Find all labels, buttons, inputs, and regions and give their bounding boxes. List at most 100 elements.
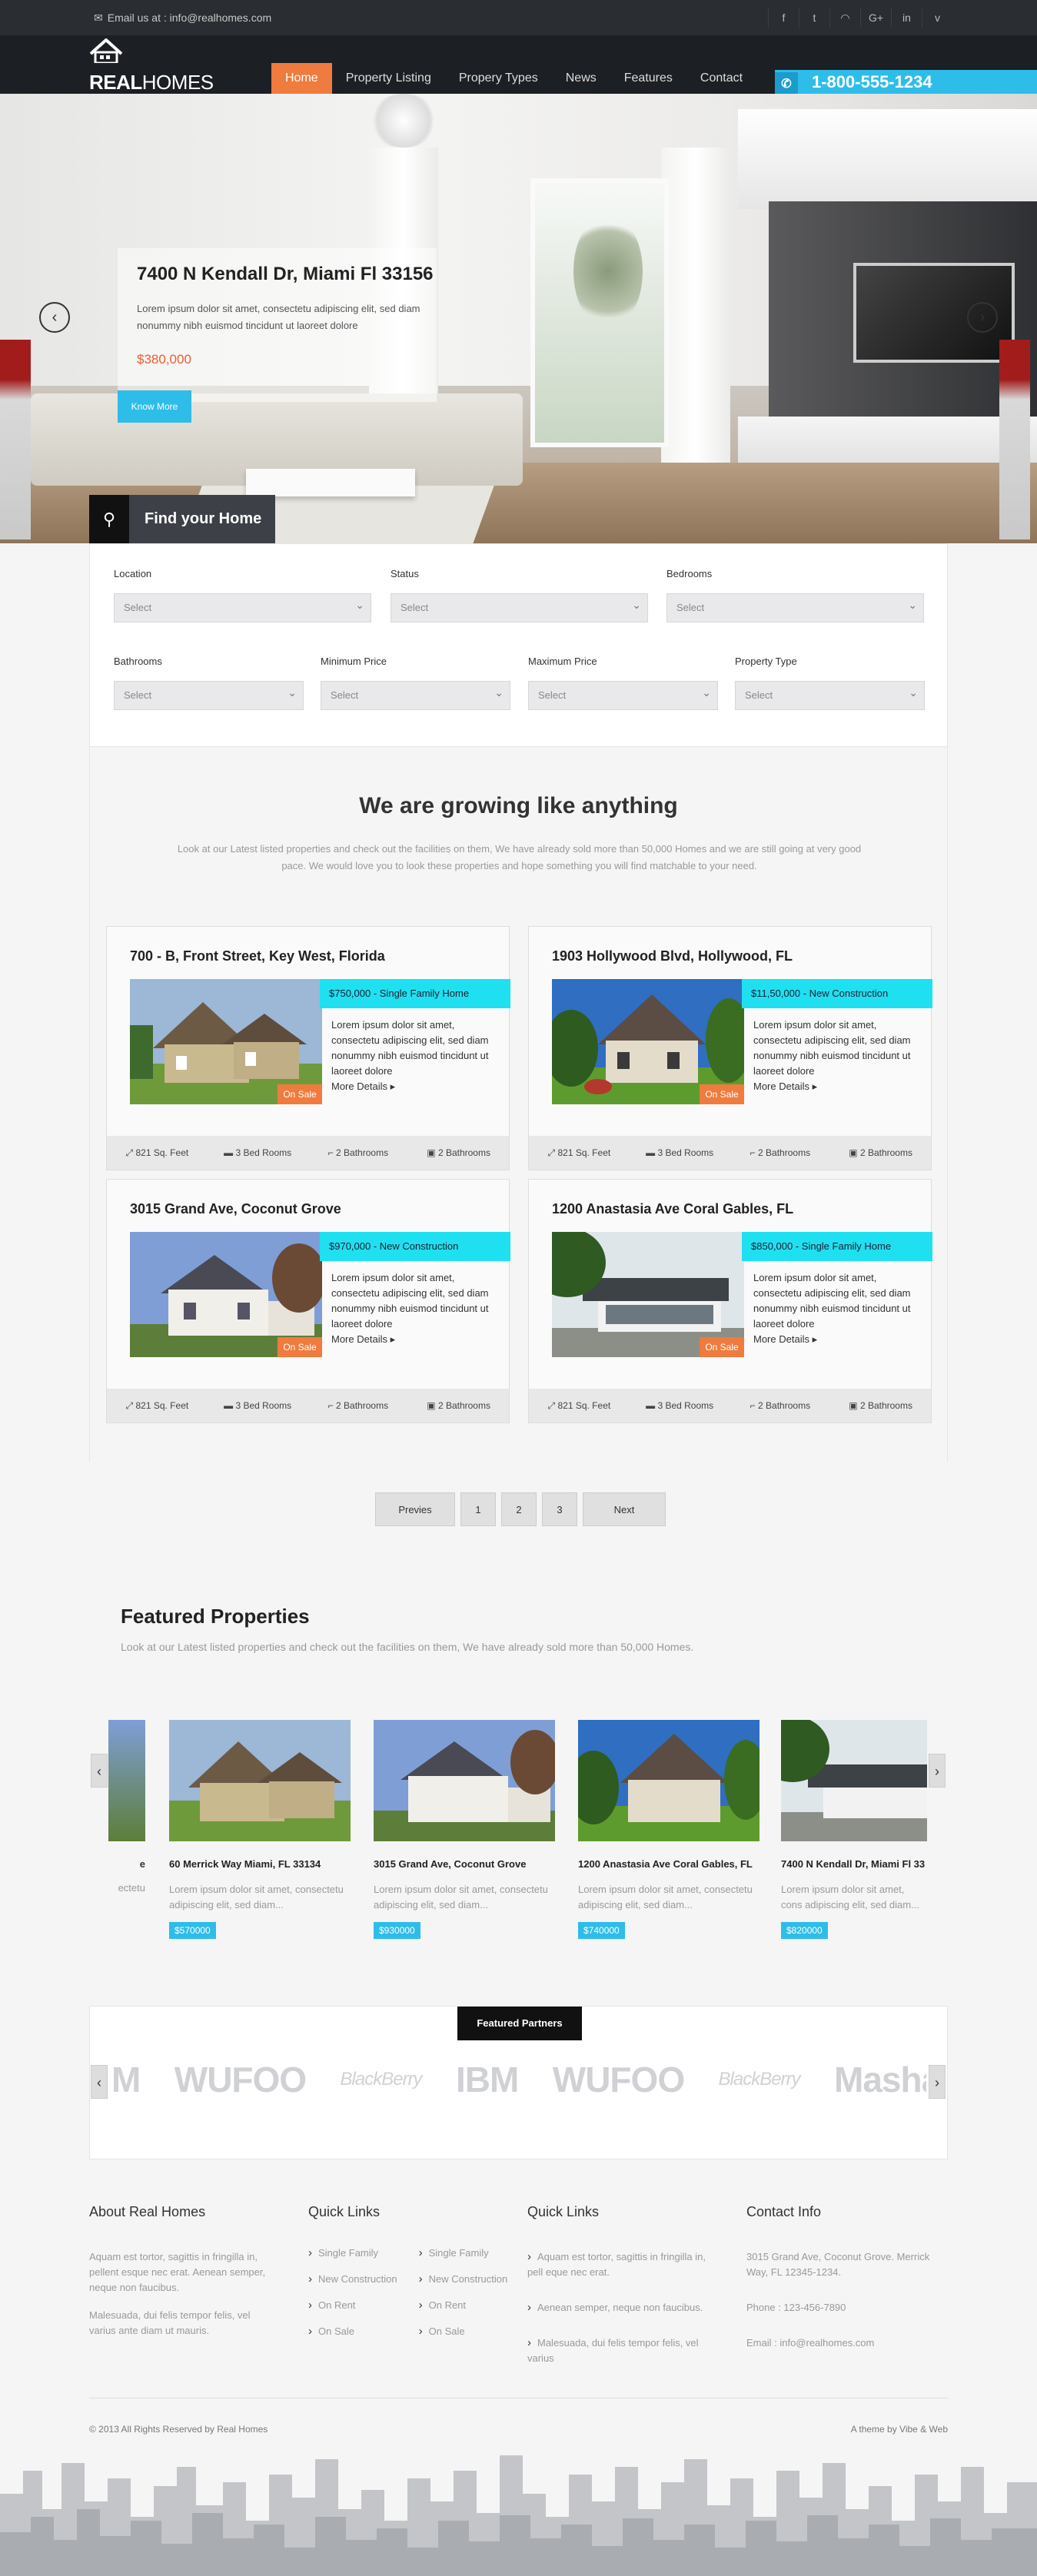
featured-item-partial[interactable]: e ectetu: [108, 1720, 145, 1894]
property-title[interactable]: 1903 Hollywood Blvd, Hollywood, FL: [552, 948, 793, 964]
page-button[interactable]: 3: [542, 1492, 577, 1526]
featured-next-icon[interactable]: ›: [929, 1754, 946, 1788]
min-price-label: Minimum Price: [321, 656, 387, 667]
property-type-label: Property Type: [735, 656, 797, 667]
property-type-select[interactable]: Select: [735, 679, 925, 710]
vimeo-icon[interactable]: v: [922, 8, 952, 28]
partners-prev-icon[interactable]: ‹: [91, 2065, 108, 2099]
featured-item-title: 3015 Grand Ave, Coconut Grove: [374, 1858, 527, 1870]
featured-item-title: 60 Merrick Way Miami, FL 33134: [169, 1858, 321, 1870]
hero-title[interactable]: 7400 N Kendall Dr, Miami Fl 33156: [137, 264, 434, 285]
baths-value: 2 Bathrooms: [336, 1147, 389, 1158]
bathrooms-select[interactable]: Select: [114, 679, 304, 710]
next-page-button[interactable]: Next: [583, 1492, 666, 1526]
more-details-link[interactable]: More Details ▸: [753, 1081, 817, 1093]
more-details-link[interactable]: More Details ▸: [753, 1333, 817, 1346]
slider-next-icon[interactable]: ›: [967, 302, 998, 333]
facebook-icon[interactable]: f: [768, 8, 799, 28]
bedrooms-select[interactable]: Select: [666, 591, 924, 622]
footer-link[interactable]: Single Family: [419, 2240, 508, 2266]
max-price-label: Maximum Price: [528, 656, 597, 667]
hero-price: $380,000: [137, 352, 191, 367]
find-home-tab[interactable]: ⚲ Find your Home: [89, 495, 275, 543]
garage-feature: ▣ 2 Bathrooms: [408, 1147, 509, 1158]
nav-home[interactable]: Home: [271, 63, 332, 94]
max-price-field: Maximum Price Select: [528, 656, 718, 710]
bed-icon: ▬: [646, 1147, 656, 1158]
listings-section: We are growing like anything Look at our…: [89, 747, 948, 1462]
phone-banner[interactable]: ✆ 1-800-555-1234: [775, 70, 1037, 96]
on-sale-badge: On Sale: [278, 1337, 322, 1357]
min-price-select[interactable]: Select: [321, 679, 510, 710]
contact-email[interactable]: Email : info@realhomes.com: [746, 2335, 939, 2351]
prev-page-button[interactable]: Previes: [375, 1492, 455, 1526]
partner-logo[interactable]: WUFOO: [174, 2059, 307, 2100]
property-image[interactable]: On Sale: [130, 1232, 322, 1357]
footer-link[interactable]: Aquam est tortor, sagittis in fringilla …: [527, 2249, 716, 2280]
footer-link[interactable]: Single Family: [308, 2240, 397, 2266]
featured-item-desc: ectetu: [118, 1882, 145, 1894]
email-info[interactable]: ✉ Email us at : info@realhomes.com: [89, 12, 271, 25]
featured-item[interactable]: 1200 Anastasia Ave Coral Gables, FL Lore…: [578, 1720, 759, 1939]
more-details-link[interactable]: More Details ▸: [331, 1081, 395, 1093]
footer-quick-title: Quick Links: [527, 2204, 600, 2219]
featured-item[interactable]: 60 Merrick Way Miami, FL 33134 Lorem ips…: [169, 1720, 351, 1939]
property-title[interactable]: 3015 Grand Ave, Coconut Grove: [130, 1201, 341, 1217]
on-sale-badge: On Sale: [700, 1337, 744, 1357]
featured-item[interactable]: 3015 Grand Ave, Coconut Grove Lorem ipsu…: [374, 1720, 555, 1939]
location-select[interactable]: Select: [114, 591, 371, 622]
area-feature: ⤢ 821 Sq. Feet: [107, 1400, 208, 1412]
property-title[interactable]: 700 - B, Front Street, Key West, Florida: [130, 948, 385, 964]
footer-link[interactable]: On Sale: [419, 2319, 508, 2345]
partners-next-icon[interactable]: ›: [929, 2065, 946, 2099]
footer-link[interactable]: On Rent: [419, 2292, 508, 2319]
partner-logo[interactable]: IBM: [456, 2059, 519, 2100]
footer-link[interactable]: New Construction: [419, 2266, 508, 2292]
partner-logo[interactable]: BlackBerry: [341, 2069, 423, 2090]
twitter-icon[interactable]: t: [799, 8, 829, 28]
footer-link[interactable]: Aenean semper, neque non faucibus.: [527, 2300, 716, 2315]
google-plus-icon[interactable]: G+: [860, 8, 891, 28]
partner-logo[interactable]: Masha: [834, 2059, 926, 2100]
main-menu: Home Property Listing Propery Types News…: [271, 63, 756, 94]
nav-property-listing[interactable]: Property Listing: [332, 63, 445, 94]
footer-link[interactable]: Malesuada, dui felis tempor felis, vel v…: [527, 2335, 716, 2366]
footer-link[interactable]: New Construction: [308, 2266, 397, 2292]
property-features: ⤢ 821 Sq. Feet ▬ 3 Bed Rooms ⌐ 2 Bathroo…: [529, 1389, 931, 1422]
property-title[interactable]: 1200 Anastasia Ave Coral Gables, FL: [552, 1201, 793, 1217]
find-home-label: Find your Home: [129, 495, 275, 543]
footer-about-text: Malesuada, dui felis tempor felis, vel v…: [89, 2309, 251, 2336]
nav-news[interactable]: News: [552, 63, 610, 94]
more-details-label: More Details: [331, 1081, 387, 1092]
baths-value: 2 Bathrooms: [336, 1400, 389, 1411]
max-price-select[interactable]: Select: [528, 679, 718, 710]
featured-prev-icon[interactable]: ‹: [91, 1754, 108, 1788]
property-image[interactable]: On Sale: [552, 979, 744, 1104]
property-image[interactable]: On Sale: [130, 979, 322, 1104]
price-tag: $970,000 - New Construction: [320, 1232, 510, 1261]
featured-item[interactable]: 7400 N Kendall Dr, Miami Fl 33 Lorem ips…: [781, 1720, 927, 1939]
property-image[interactable]: On Sale: [552, 1232, 744, 1357]
hero-image-part: [0, 340, 31, 539]
partner-logo[interactable]: WUFOO: [553, 2059, 685, 2100]
nav-contact[interactable]: Contact: [686, 63, 756, 94]
house-logo-icon: [89, 38, 123, 63]
page-button[interactable]: 2: [501, 1492, 537, 1526]
more-details-label: More Details: [753, 1333, 809, 1345]
theme-credit[interactable]: A theme by Vibe & Web: [851, 2424, 948, 2435]
linkedin-icon[interactable]: in: [891, 8, 922, 28]
status-select[interactable]: Select: [391, 591, 648, 622]
property-desc: Lorem ipsum dolor sit amet, consectetu a…: [753, 1019, 911, 1077]
footer-link[interactable]: On Sale: [308, 2319, 397, 2345]
footer-link[interactable]: On Rent: [308, 2292, 397, 2319]
nav-features[interactable]: Features: [610, 63, 686, 94]
rss-icon[interactable]: ◠: [829, 8, 860, 28]
bath-icon: ⌐: [327, 1147, 334, 1158]
slider-prev-icon[interactable]: ‹: [39, 302, 70, 333]
nav-property-types[interactable]: Propery Types: [445, 63, 552, 94]
partner-logo[interactable]: BlackBerry: [719, 2069, 801, 2090]
page-button[interactable]: 1: [460, 1492, 496, 1526]
partner-logo[interactable]: M: [111, 2059, 141, 2100]
know-more-button[interactable]: Know More: [118, 390, 191, 423]
more-details-link[interactable]: More Details ▸: [331, 1333, 395, 1346]
